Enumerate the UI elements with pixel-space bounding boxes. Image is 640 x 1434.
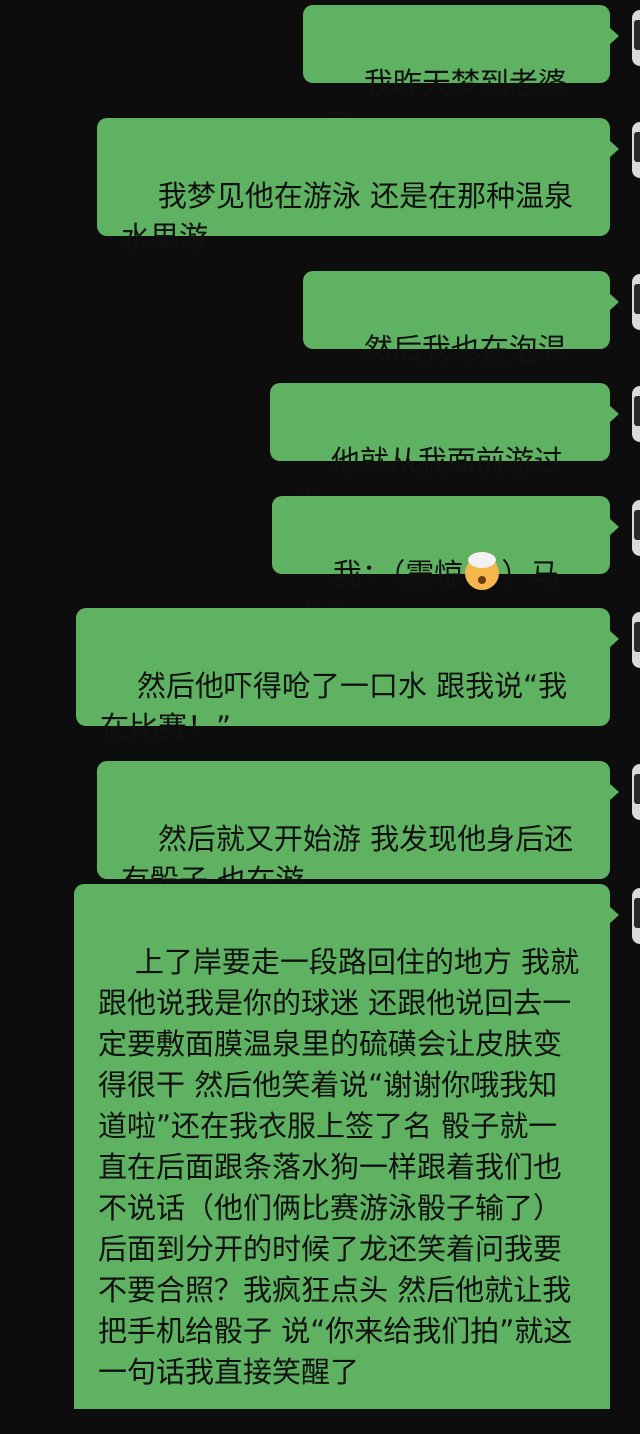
- message-text: 上了岸要走一段路回住的地方 我就跟他说我是你的球迷 还跟他说回去一定要敷面膜温泉…: [98, 945, 580, 1389]
- avatar[interactable]: [632, 122, 640, 178]
- message-bubble[interactable]: 然后他吓得呛了一口水 跟我说“我在比赛！”: [76, 608, 619, 744]
- avatar[interactable]: [632, 612, 640, 668]
- message-text: 我梦见他在游泳 还是在那种温泉水里游: [121, 179, 574, 254]
- message-bubble[interactable]: 然后我也在泡温泉: [303, 271, 619, 407]
- message-bubble[interactable]: 我：（震惊）马龙？: [272, 496, 619, 632]
- message-text-prefix: 我：（震惊: [332, 557, 464, 591]
- avatar[interactable]: [632, 500, 640, 556]
- avatar[interactable]: [632, 274, 640, 330]
- exploding-head-emoji: [465, 552, 500, 590]
- message-bubble[interactable]: 我昨天梦到老婆了: [303, 5, 619, 141]
- avatar[interactable]: [632, 10, 640, 66]
- message-bubble[interactable]: 然后就又开始游 我发现他身后还有骰子 也在游: [97, 761, 619, 897]
- avatar[interactable]: [632, 764, 640, 820]
- avatar[interactable]: [632, 386, 640, 442]
- avatar[interactable]: [632, 888, 640, 944]
- message-bubble[interactable]: 上了岸要走一段路回住的地方 我就跟他说我是你的球迷 还跟他说回去一定要敷面膜温泉…: [74, 884, 619, 1409]
- message-text: 然后他吓得呛了一口水 跟我说“我在比赛！”: [100, 669, 568, 744]
- message-bubble[interactable]: 他就从我面前游过去: [270, 383, 619, 519]
- message-bubble[interactable]: 我梦见他在游泳 还是在那种温泉水里游: [97, 118, 619, 254]
